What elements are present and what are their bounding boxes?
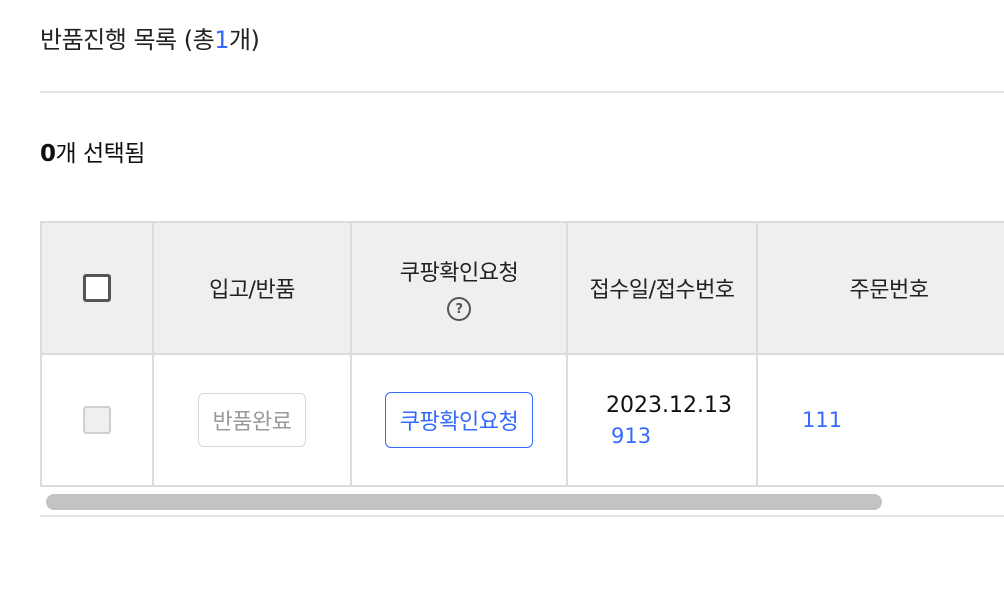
column-label: 주문번호: [849, 278, 929, 303]
select-all-cell: [40, 221, 154, 355]
selection-label: 개 선택됨: [55, 141, 146, 167]
title-divider: [40, 91, 1004, 93]
row-select-cell: [40, 353, 154, 487]
column-header-inbound-return: 입고/반품: [152, 221, 352, 355]
column-header-order-number: 주문번호: [756, 221, 1004, 355]
receipt-date: 2023.12.13: [606, 392, 732, 418]
order-number-link[interactable]: 111: [802, 408, 842, 432]
title-count: 1: [214, 26, 229, 54]
page-title: 반품진행 목록 (총1개): [40, 20, 260, 55]
title-text: 반품진행 목록 (총: [40, 26, 215, 54]
selection-count: 0: [40, 141, 56, 167]
column-label: 입고/반품: [209, 278, 295, 303]
scrollbar-thumb[interactable]: [46, 494, 882, 510]
select-all-checkbox[interactable]: [83, 274, 111, 302]
title-suffix: 개): [228, 26, 260, 54]
coupang-check-cell: 쿠팡확인요청: [350, 353, 568, 487]
question-circle-icon[interactable]: ?: [447, 297, 471, 321]
returns-table-wrapper: 입고/반품 쿠팡확인요청 ? 접수일/접수번호 주문번호 반품완료 쿠팡확인요청…: [40, 221, 1004, 487]
coupang-check-request-button[interactable]: 쿠팡확인요청: [384, 392, 534, 448]
receipt-number-link[interactable]: 913: [611, 424, 651, 448]
horizontal-scrollbar[interactable]: [40, 487, 1004, 517]
column-header-coupang-check: 쿠팡확인요청 ?: [350, 221, 568, 355]
order-number-cell: 111: [756, 353, 1004, 487]
column-label: 접수일/접수번호: [589, 278, 735, 303]
column-header-receipt: 접수일/접수번호: [566, 221, 758, 355]
selection-status: 0개 선택됨: [40, 134, 145, 168]
status-cell: 반품완료: [152, 353, 352, 487]
table-row: 반품완료 쿠팡확인요청 2023.12.13 913 111: [40, 353, 1004, 487]
row-checkbox: [83, 406, 111, 434]
table-header-row: 입고/반품 쿠팡확인요청 ? 접수일/접수번호 주문번호: [40, 221, 1004, 355]
returns-table: 입고/반품 쿠팡확인요청 ? 접수일/접수번호 주문번호 반품완료 쿠팡확인요청…: [40, 221, 1004, 487]
column-label: 쿠팡확인요청: [399, 261, 519, 286]
return-complete-button: 반품완료: [197, 393, 307, 447]
receipt-cell: 2023.12.13 913: [566, 353, 758, 487]
